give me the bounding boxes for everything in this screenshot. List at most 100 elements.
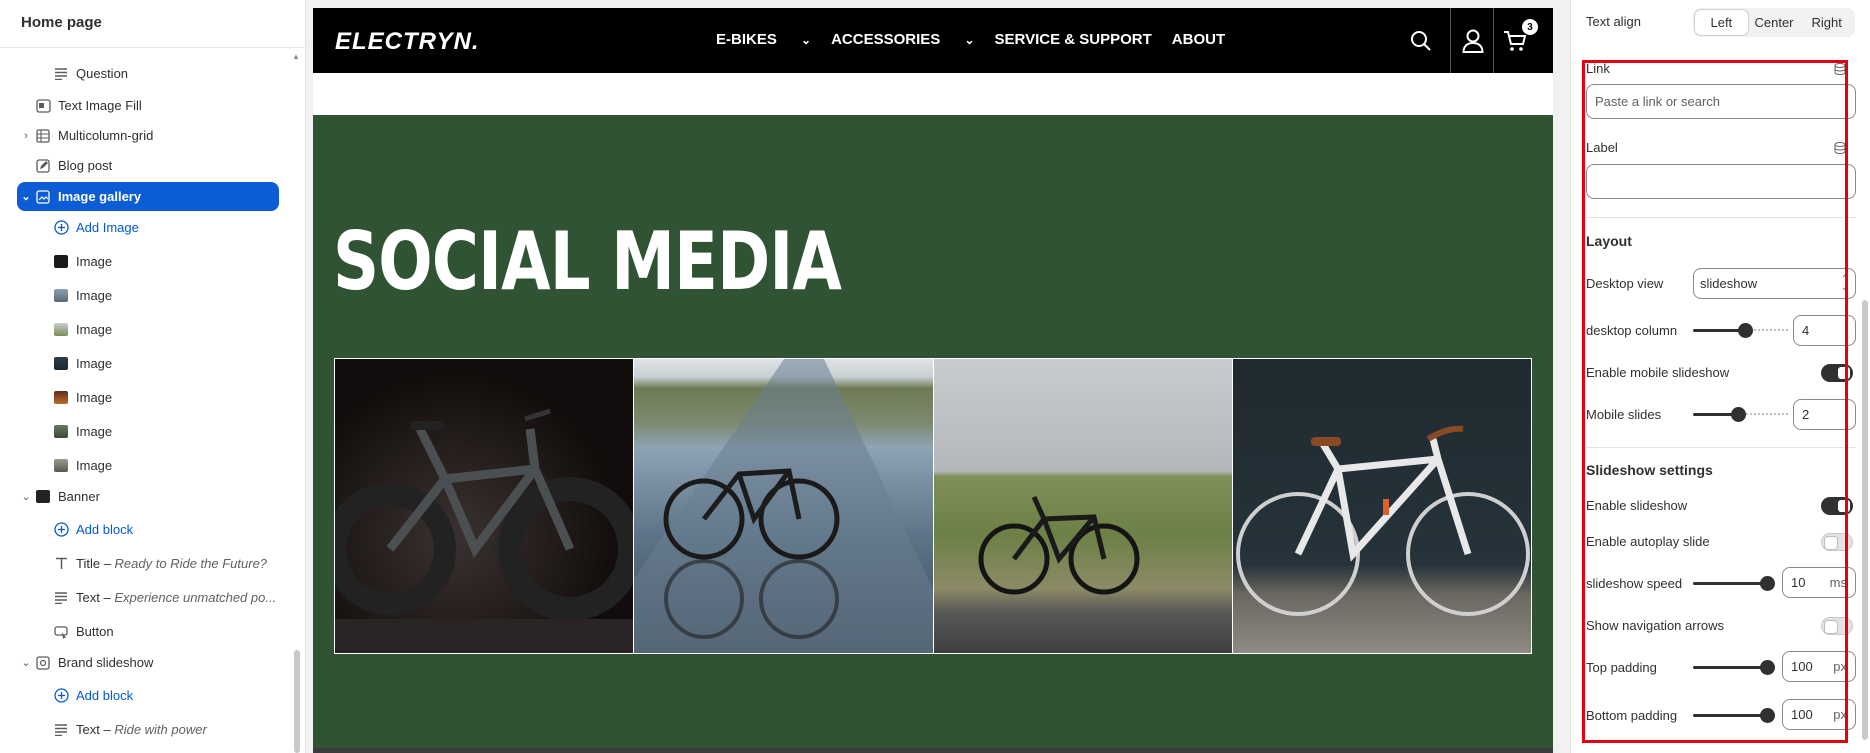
- tree-item-image-6[interactable]: Image: [17, 417, 279, 446]
- banner-thumbnail-icon: [35, 489, 51, 505]
- image-thumbnail-icon: [53, 288, 69, 304]
- gallery-image-field-bike[interactable]: [933, 359, 1233, 653]
- search-icon[interactable]: [1401, 8, 1441, 73]
- chevron-down-icon: ⌄: [964, 33, 975, 47]
- tree-item-label: Add Image: [76, 220, 139, 235]
- image-thumbnail-icon: [53, 356, 69, 372]
- tree-item-label: Question: [76, 66, 129, 81]
- tree-item-brand-slideshow[interactable]: ⌄ Brand slideshow: [17, 648, 279, 677]
- text-align-segmented: Left Center Right: [1693, 8, 1855, 37]
- text-lines-icon: [53, 722, 69, 738]
- tree-item-label: Multicolumn-grid: [58, 128, 154, 143]
- grid-icon: [35, 128, 51, 144]
- tree-item-label: Image: [76, 424, 113, 439]
- tree-item-label: Image: [76, 458, 113, 473]
- plus-circle-icon: [53, 220, 69, 236]
- divider: [0, 47, 306, 48]
- tree-item-label: Brand slideshow: [58, 655, 154, 670]
- chevron-right-icon[interactable]: ›: [17, 130, 35, 142]
- page-title: Home page: [21, 14, 102, 31]
- tree-item-image-gallery[interactable]: ⌄ Image gallery: [17, 182, 279, 211]
- text-align-center-option[interactable]: Center: [1748, 10, 1801, 35]
- text-align-label: Text align: [1586, 14, 1641, 29]
- tree-item-image-2[interactable]: Image: [17, 281, 279, 310]
- menu-item-service-support[interactable]: SERVICE & SUPPORT: [995, 31, 1152, 48]
- sections-sidebar: Home page ▲ Question Text Image Fill › M…: [0, 0, 306, 753]
- scroll-up-arrow-icon[interactable]: ▲: [292, 52, 300, 61]
- tree-item-image-4[interactable]: Image: [17, 349, 279, 378]
- image-thumbnail-icon: [53, 458, 69, 474]
- image-text-icon: [35, 98, 51, 114]
- next-section-edge: [313, 748, 1553, 753]
- text-align-right-option[interactable]: Right: [1800, 10, 1853, 35]
- chevron-down-icon[interactable]: ⌄: [17, 190, 35, 203]
- tree-item-label: Image: [76, 322, 113, 337]
- tree-item-label: Add block: [76, 688, 134, 703]
- store-preview: ELECTRYN. E-BIKES ⌄ ACCESSORIES ⌄ SERVIC…: [313, 8, 1553, 753]
- tree-item-label: Image: [76, 356, 113, 371]
- menu-item-accessories[interactable]: ACCESSORIES ⌄: [831, 31, 974, 48]
- plus-circle-icon: [53, 522, 69, 538]
- image-thumbnail-icon: [53, 322, 69, 338]
- header-nav: ELECTRYN. E-BIKES ⌄ ACCESSORIES ⌄ SERVIC…: [313, 8, 1553, 73]
- chevron-down-icon[interactable]: ⌄: [17, 656, 35, 669]
- tree-item-image-3[interactable]: Image: [17, 315, 279, 344]
- gallery-image-fatbike[interactable]: [335, 359, 635, 653]
- plus-circle-icon: [53, 688, 69, 704]
- tree-item-multicolumn-grid[interactable]: › Multicolumn-grid: [17, 121, 279, 150]
- button-cursor-icon: [53, 624, 69, 640]
- store-logo[interactable]: ELECTRYN.: [335, 28, 480, 56]
- tree-item-text[interactable]: Text – Experience unmatched po...: [17, 583, 279, 612]
- tree-item-label: Blog post: [58, 158, 113, 173]
- tree-item-label: Text: [76, 590, 100, 605]
- image-thumbnail-icon: [53, 390, 69, 406]
- cart-count-badge: 3: [1522, 19, 1538, 35]
- image-thumbnail-icon: [53, 424, 69, 440]
- title-t-icon: [53, 556, 69, 572]
- gallery-image-white-bike[interactable]: [1232, 359, 1531, 653]
- tree-item-text[interactable]: Text – Ride with power: [17, 715, 279, 744]
- add-image-button[interactable]: Add Image: [17, 213, 279, 242]
- image-thumbnail-icon: [53, 254, 69, 270]
- tree-item-question[interactable]: Question: [17, 59, 279, 88]
- chevron-down-icon[interactable]: ⌄: [17, 490, 35, 503]
- text-lines-icon: [53, 590, 69, 606]
- tree-item-label: Image: [76, 288, 113, 303]
- tree-item-label: Image gallery: [58, 189, 142, 204]
- social-media-section[interactable]: SOCIAL MEDIA: [313, 115, 1553, 753]
- tree-item-blog-post[interactable]: Blog post: [17, 151, 279, 180]
- text-lines-icon: [53, 66, 69, 82]
- tree-item-label: Banner: [58, 489, 100, 504]
- settings-scrollbar[interactable]: [1862, 300, 1868, 740]
- tree-item-image-1[interactable]: Image: [17, 247, 279, 276]
- tree-item-label: Add block: [76, 522, 134, 537]
- add-block-button[interactable]: Add block: [17, 515, 279, 544]
- text-align-left-option[interactable]: Left: [1695, 10, 1748, 35]
- tree-item-label: Title: [76, 556, 101, 571]
- tree-item-banner[interactable]: ⌄ Banner: [17, 482, 279, 511]
- main-menu: E-BIKES ⌄ ACCESSORIES ⌄ SERVICE & SUPPOR…: [716, 31, 1245, 48]
- edit-note-icon: [35, 158, 51, 174]
- add-block-button[interactable]: Add block: [17, 681, 279, 710]
- menu-item-e-bikes[interactable]: E-BIKES ⌄: [716, 31, 811, 48]
- tree-item-label: Text Image Fill: [58, 98, 142, 113]
- section-title: SOCIAL MEDIA: [333, 215, 842, 308]
- tree-item-label: Button: [76, 624, 114, 639]
- tree-item-detail: Experience unmatched po...: [114, 590, 277, 605]
- tree-item-image-5[interactable]: Image: [17, 383, 279, 412]
- tree-item-button[interactable]: Button: [17, 617, 279, 646]
- image-gallery: [334, 358, 1532, 654]
- tree-item-detail: Ready to Ride the Future?: [114, 556, 268, 571]
- gallery-image-road-bike[interactable]: [634, 359, 934, 653]
- tree-item-detail: Ride with power: [114, 722, 207, 737]
- gallery-icon: [35, 189, 51, 205]
- tree-item-title[interactable]: Title – Ready to Ride the Future?: [17, 549, 279, 578]
- chevron-down-icon: ⌄: [801, 33, 812, 47]
- account-icon[interactable]: [1451, 8, 1494, 73]
- menu-item-about[interactable]: ABOUT: [1172, 31, 1225, 48]
- cart-icon[interactable]: [1494, 8, 1536, 73]
- tree-item-text-image-fill[interactable]: Text Image Fill: [17, 91, 279, 120]
- tree-item-label: Image: [76, 254, 113, 269]
- sidebar-scrollbar[interactable]: [294, 650, 300, 753]
- tree-item-image-7[interactable]: Image: [17, 451, 279, 480]
